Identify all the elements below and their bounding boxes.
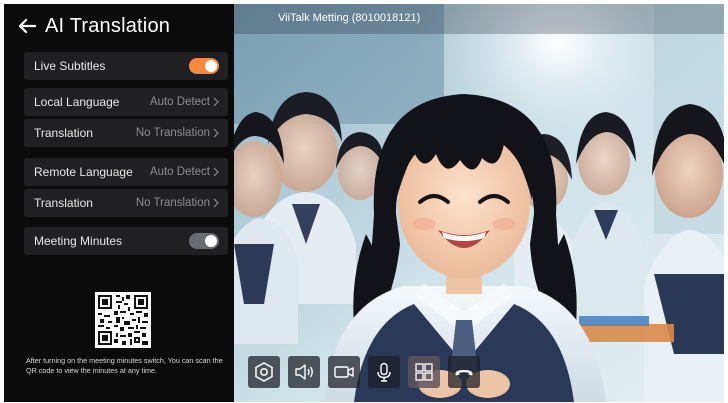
live-subtitles-toggle[interactable]: [189, 58, 219, 74]
layout-button[interactable]: [408, 356, 440, 388]
local-language-value-group: Auto Detect: [150, 96, 219, 108]
remote-translation-value-group: No Translation: [136, 197, 219, 209]
chevron-right-icon: [213, 198, 219, 208]
microphone-icon: [373, 361, 395, 383]
meeting-minutes-toggle[interactable]: [189, 233, 219, 249]
local-translation-value: No Translation: [135, 127, 210, 139]
toggle-knob: [205, 235, 217, 247]
local-language-row[interactable]: Local Language Auto Detect: [24, 88, 228, 116]
hang-up-button[interactable]: [448, 356, 480, 388]
panel-header: AI Translation: [4, 4, 234, 48]
panel-title: AI Translation: [45, 14, 171, 37]
call-control-bar: [248, 356, 480, 390]
remote-translation-row[interactable]: Translation No Translation: [24, 189, 228, 217]
chevron-right-icon: [213, 128, 219, 138]
microphone-button[interactable]: [368, 356, 400, 388]
local-translation-value-group: No Translation: [136, 127, 219, 139]
settings-button[interactable]: [248, 356, 280, 388]
meeting-minutes-qr-code: [95, 292, 151, 348]
camera-icon: [333, 361, 355, 383]
ai-translation-panel: AI Translation Live Subtitles Local Lang…: [4, 4, 234, 402]
local-language-label: Local Language: [34, 95, 120, 109]
remote-translation-label: Translation: [34, 196, 93, 210]
remote-video-feed: ViiTalk Metting (8010018121): [234, 4, 724, 402]
meeting-minutes-row[interactable]: Meeting Minutes: [24, 227, 228, 255]
local-translation-row[interactable]: Translation No Translation: [24, 119, 228, 147]
meeting-title: ViiTalk Metting (8010018121): [278, 12, 421, 24]
back-arrow-icon[interactable]: [18, 18, 37, 34]
live-subtitles-row[interactable]: Live Subtitles: [24, 52, 228, 80]
hang-up-icon: [453, 361, 475, 383]
classroom-video-image: [234, 4, 724, 402]
local-translation-label: Translation: [34, 126, 93, 140]
local-language-value: Auto Detect: [149, 96, 210, 108]
remote-language-label: Remote Language: [34, 165, 133, 179]
remote-language-value: Auto Detect: [149, 166, 210, 178]
speaker-icon: [293, 361, 315, 383]
live-subtitles-label: Live Subtitles: [34, 59, 106, 73]
meeting-minutes-label: Meeting Minutes: [34, 234, 123, 248]
camera-button[interactable]: [328, 356, 360, 388]
settings-hexagon-icon: [253, 361, 275, 383]
remote-translation-value: No Translation: [135, 197, 210, 209]
chevron-right-icon: [213, 167, 219, 177]
layout-grid-icon: [413, 361, 435, 383]
chevron-right-icon: [213, 97, 219, 107]
remote-language-value-group: Auto Detect: [150, 166, 219, 178]
speaker-button[interactable]: [288, 356, 320, 388]
toggle-knob: [205, 60, 217, 72]
qr-code-hint: After turning on the meeting minutes swi…: [26, 356, 223, 375]
remote-language-row[interactable]: Remote Language Auto Detect: [24, 158, 228, 186]
